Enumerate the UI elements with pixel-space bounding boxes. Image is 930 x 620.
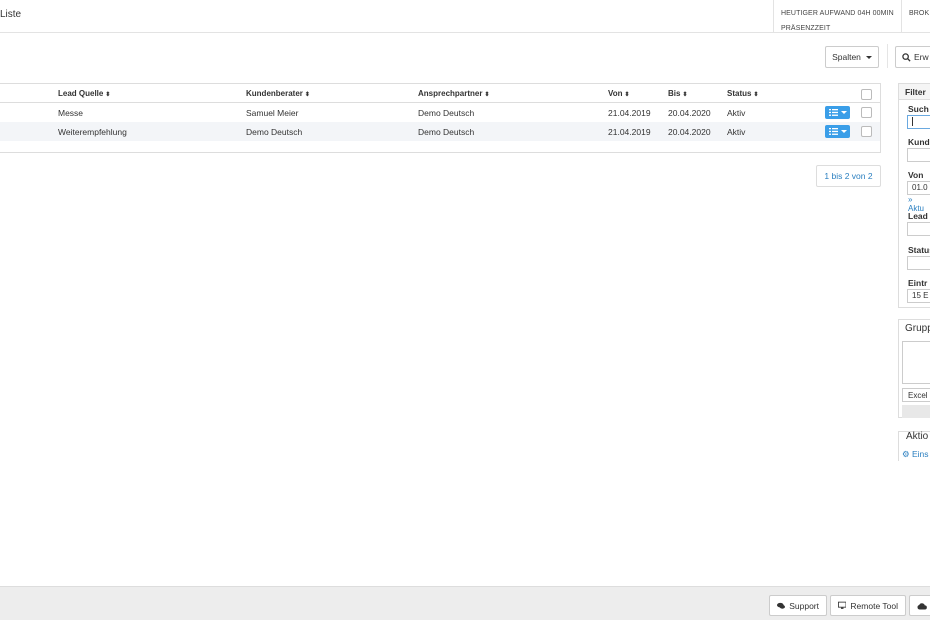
sort-icon: ⬍	[682, 92, 688, 98]
comments-icon	[777, 602, 785, 609]
chevron-down-icon	[840, 111, 847, 114]
cell-von: 21.04.2019	[608, 127, 651, 137]
praesenzzeit-text: PRÄSENZZEIT	[781, 25, 831, 32]
top-bar: Liste HEUTIGER AUFWAND 04H 00MIN PRÄSENZ…	[0, 0, 930, 33]
aktion-panel: Aktio ⚙ Eins	[898, 431, 930, 461]
support-button[interactable]: Support	[769, 595, 827, 616]
aktuell-link[interactable]: » Aktu	[908, 195, 930, 213]
erweitert-button[interactable]: Erw	[895, 46, 930, 68]
cell-status: Aktiv	[727, 108, 746, 118]
col-ansprechpartner[interactable]: Ansprechpartner ⬍	[418, 89, 490, 98]
row-checkbox[interactable]	[861, 107, 872, 118]
von-label: Von	[908, 170, 924, 180]
suche-label: Such	[908, 104, 929, 114]
export-button[interactable]	[902, 405, 930, 418]
export-format-select[interactable]: Excel	[902, 388, 930, 402]
sort-icon: ⬍	[484, 92, 490, 98]
eintraege-select[interactable]: 15 E	[907, 289, 930, 303]
row-actions-button[interactable]	[825, 125, 850, 138]
cell-bis: 20.04.2020	[668, 127, 711, 137]
cloud-icon	[917, 602, 927, 609]
gruppe-title: Grupp	[905, 323, 930, 334]
footer-bar: Support Remote Tool	[0, 586, 930, 620]
einstellungen-link[interactable]: ⚙ Eins	[902, 449, 929, 460]
cell-lead-quelle: Weiterempfehlung	[58, 127, 127, 137]
aktion-title: Aktio	[906, 431, 929, 442]
kunde-input[interactable]	[907, 148, 930, 162]
table-header: Lead Quelle ⬍ Kundenberater ⬍ Ansprechpart…	[0, 84, 880, 103]
search-input[interactable]	[907, 115, 930, 129]
cell-lead-quelle: Messe	[58, 108, 84, 118]
chevron-down-icon	[840, 130, 847, 133]
von-date-input[interactable]: 01.0	[907, 181, 930, 195]
col-lead-quelle[interactable]: Lead Quelle ⬍	[58, 89, 110, 98]
cell-ansprechpartner: Demo Deutsch	[418, 108, 475, 118]
cogs-icon: ⚙	[902, 449, 910, 459]
table-row[interactable]: Weiterempfehlung Demo Deutsch Demo Deuts…	[0, 122, 880, 141]
cell-status: Aktiv	[727, 127, 746, 137]
sort-icon: ⬍	[624, 92, 630, 98]
cell-von: 21.04.2019	[608, 108, 651, 118]
cloud-download-button[interactable]	[909, 595, 930, 616]
spalten-label: Spalten	[832, 52, 861, 62]
status-select[interactable]	[907, 256, 930, 270]
col-von[interactable]: Von ⬍	[608, 89, 630, 98]
cell-kundenberater: Demo Deutsch	[246, 127, 303, 137]
page-title: Liste	[0, 9, 22, 20]
chevron-down-icon	[865, 55, 872, 59]
leads-table: Lead Quelle ⬍ Kundenberater ⬍ Ansprechpart…	[0, 83, 881, 153]
lead-select[interactable]	[907, 222, 930, 236]
table-row[interactable]: Messe Samuel Meier Demo Deutsch 21.04.20…	[0, 103, 880, 122]
cell-kundenberater: Samuel Meier	[246, 108, 299, 118]
col-status[interactable]: Status ⬍	[727, 89, 758, 98]
sort-icon: ⬍	[304, 92, 310, 98]
gruppe-list[interactable]	[902, 341, 930, 384]
cell-bis: 20.04.2020	[668, 108, 711, 118]
pagination-info[interactable]: 1 bis 2 von 2	[816, 165, 881, 187]
spalten-button[interactable]: Spalten	[825, 46, 879, 68]
col-bis[interactable]: Bis ⬍	[668, 89, 687, 98]
status-label: Status	[908, 245, 930, 255]
search-icon	[902, 52, 911, 62]
broker-label: BROK	[909, 10, 930, 17]
aufwand-text: HEUTIGER AUFWAND 04H 00MIN	[781, 10, 894, 17]
aufwand-widget[interactable]: HEUTIGER AUFWAND 04H 00MIN PRÄSENZZEIT	[773, 0, 901, 32]
filter-title: Filter	[899, 84, 930, 100]
broker-menu[interactable]: BROK	[901, 0, 930, 32]
sort-icon: ⬍	[753, 92, 759, 98]
select-all-checkbox[interactable]	[861, 89, 872, 100]
row-checkbox[interactable]	[861, 126, 872, 137]
gruppe-panel: Grupp Excel	[898, 319, 930, 418]
col-kundenberater[interactable]: Kundenberater ⬍	[246, 89, 310, 98]
eintraege-label: Eintr	[908, 278, 928, 288]
erweitert-label: Erw	[914, 52, 929, 62]
list-icon	[828, 109, 838, 116]
toolbar-divider	[887, 44, 888, 68]
sort-icon: ⬍	[105, 92, 111, 98]
desktop-icon	[838, 601, 847, 609]
row-actions-button[interactable]	[825, 106, 850, 119]
kunde-label: Kund	[908, 137, 930, 147]
remote-tool-button[interactable]: Remote Tool	[830, 595, 906, 616]
cell-ansprechpartner: Demo Deutsch	[418, 127, 475, 137]
list-icon	[828, 128, 838, 135]
